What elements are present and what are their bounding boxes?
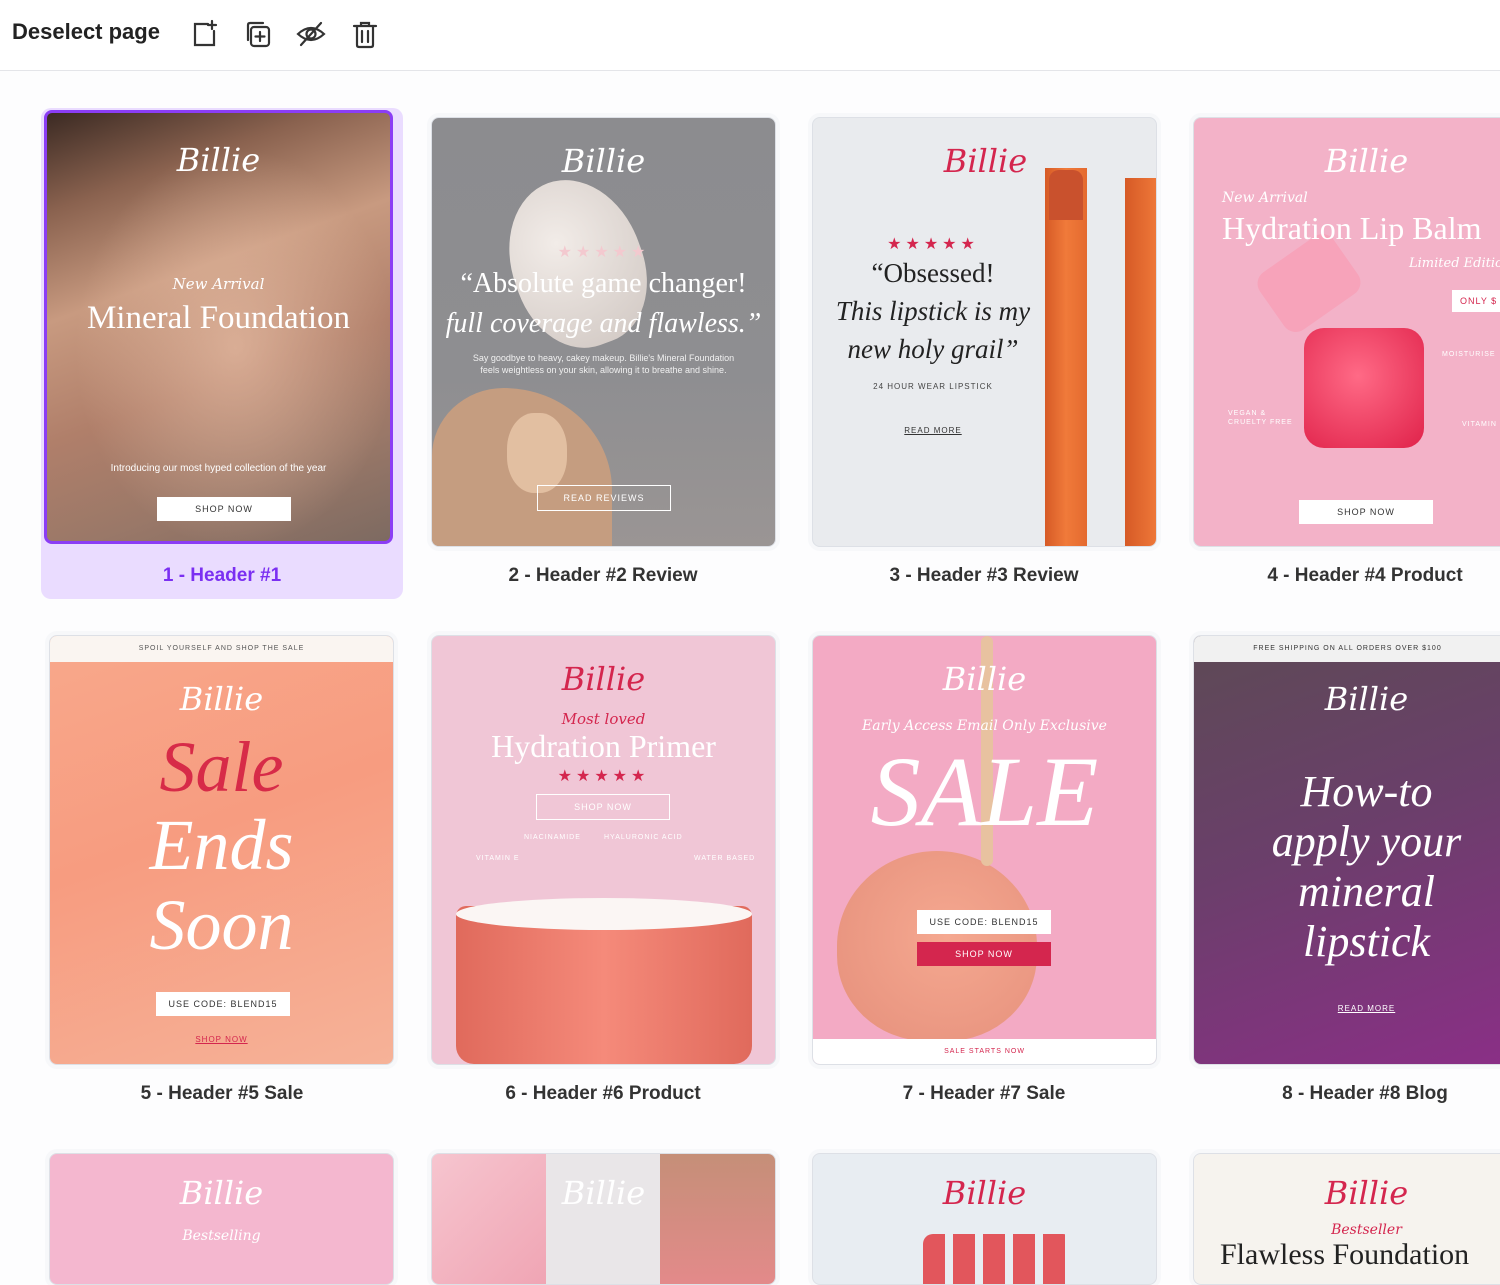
blog-title-line-3: mineral xyxy=(1298,867,1435,916)
brand-logo: Billie xyxy=(561,142,646,180)
rating-stars: ★★★★★ xyxy=(557,768,650,785)
delete-page-icon[interactable] xyxy=(347,14,383,54)
promo-banner: SPOIL YOURSELF AND SHOP THE SALE xyxy=(50,636,393,662)
cta-button: SHOP NOW xyxy=(536,794,670,820)
headline-word-3: Soon xyxy=(149,885,294,965)
hide-page-icon[interactable] xyxy=(293,14,329,54)
page-thumbnail-1[interactable]: Billie New Arrival Mineral Foundation In… xyxy=(44,110,393,544)
kicker: Bestseller xyxy=(1331,1222,1402,1238)
brand-logo: Billie xyxy=(179,680,264,718)
lipsticks-image xyxy=(923,1234,1073,1284)
page-thumbnail-12[interactable]: Billie Bestseller Flawless Foundation xyxy=(1193,1153,1500,1285)
hero-title: Hydration Lip Balm xyxy=(1222,210,1482,246)
ingredient-label: NIACINAMIDE xyxy=(524,834,581,841)
discount-code-box: USE CODE: BLEND15 xyxy=(156,992,290,1016)
page-thumbnail-7[interactable]: Billie Early Access Email Only Exclusive… xyxy=(812,635,1157,1065)
page-caption-7[interactable]: 7 - Header #7 Sale xyxy=(803,1083,1165,1105)
kicker: New Arrival xyxy=(1222,190,1308,206)
cta-button: READ REVIEWS xyxy=(537,485,671,511)
brand-logo: Billie xyxy=(942,660,1027,698)
review-body: Say goodbye to heavy, cakey makeup. Bill… xyxy=(472,353,735,375)
blog-title-line-1: How-to xyxy=(1300,767,1433,816)
cta-link: SHOP NOW xyxy=(195,1035,248,1044)
blog-title-line-4: lipstick xyxy=(1302,917,1431,966)
kicker: New Arrival xyxy=(172,275,265,293)
ingredient-label: VITAMIN E xyxy=(476,855,520,862)
kicker: Bestselling xyxy=(182,1228,261,1244)
product-subtitle: 24 HOUR WEAR LIPSTICK xyxy=(873,382,993,391)
promo-banner: FREE SHIPPING ON ALL ORDERS OVER $100 xyxy=(1194,636,1500,662)
page-caption-2[interactable]: 2 - Header #2 Review xyxy=(422,565,784,587)
page-thumbnail-6[interactable]: Billie Most loved Hydration Primer ★★★★★… xyxy=(431,635,776,1065)
page-thumbnail-4[interactable]: Billie New Arrival Hydration Lip Balm Li… xyxy=(1193,117,1500,547)
page-caption-5[interactable]: 5 - Header #5 Sale xyxy=(41,1083,403,1105)
brand-logo: Billie xyxy=(942,1174,1027,1212)
cta-link: READ MORE xyxy=(904,426,962,435)
hero-title: Flawless Foundation xyxy=(1220,1238,1470,1271)
lipstick-image-2 xyxy=(1125,178,1156,546)
page-caption-1[interactable]: 1 - Header #1 xyxy=(41,565,403,587)
headline-word-1: Sale xyxy=(159,727,284,807)
blog-title-line-2: apply your xyxy=(1271,817,1462,866)
review-quote-line-3: new holy grail” xyxy=(847,334,1019,364)
rating-stars: ★★★★★ xyxy=(887,236,979,253)
footer-banner: SALE STARTS NOW xyxy=(813,1039,1156,1064)
kicker: Early Access Email Only Exclusive xyxy=(862,718,1107,734)
brand-logo: Billie xyxy=(1324,680,1409,718)
review-quote-line-2: full coverage and flawless.” xyxy=(445,308,762,339)
page-caption-4[interactable]: 4 - Header #4 Product xyxy=(1184,565,1500,587)
add-page-icon[interactable] xyxy=(186,14,222,54)
primer-cream xyxy=(456,898,752,930)
review-quote-line-1: “Obsessed! xyxy=(871,258,995,288)
brand-logo: Billie xyxy=(179,1174,264,1212)
edition-label: Limited Edition xyxy=(1409,256,1500,271)
feature-label: VITAMIN xyxy=(1462,421,1497,428)
brand-logo: Billie xyxy=(561,1174,646,1212)
deselect-page-button[interactable]: Deselect page xyxy=(12,19,160,45)
hero-body: Introducing our most hyped collection of… xyxy=(110,463,327,474)
brand-logo: Billie xyxy=(1324,142,1409,180)
brand-logo: Billie xyxy=(1324,1174,1409,1212)
hero-title: Mineral Foundation xyxy=(86,300,351,336)
page-caption-3[interactable]: 3 - Header #3 Review xyxy=(803,565,1165,587)
cta-button: SHOP NOW xyxy=(1299,500,1433,524)
page-caption-8[interactable]: 8 - Header #8 Blog xyxy=(1184,1083,1500,1105)
brand-logo: Billie xyxy=(176,141,261,179)
page-thumbnail-10[interactable]: Billie xyxy=(431,1153,776,1285)
lip-balm-jar-image xyxy=(1304,328,1424,448)
kicker: Most loved xyxy=(561,710,646,728)
hero-title: Hydration Primer xyxy=(491,728,716,764)
foundation-swatch xyxy=(507,413,567,493)
page-thumbnail-11[interactable]: Billie xyxy=(812,1153,1157,1285)
cta-link: READ MORE xyxy=(1337,1004,1396,1013)
page-thumbnail-2[interactable]: Billie ★★★★★ “Absolute game changer! ful… xyxy=(431,117,776,547)
discount-code-box: USE CODE: BLEND15 xyxy=(917,910,1051,934)
page-toolbar: Deselect page xyxy=(0,0,1500,71)
price-badge: ONLY $ xyxy=(1452,290,1500,312)
page-caption-6[interactable]: 6 - Header #6 Product xyxy=(422,1083,784,1105)
page-thumbnail-3[interactable]: Billie ★★★★★ “Obsessed! This lipstick is… xyxy=(812,117,1157,547)
hero-title: SALE xyxy=(870,736,1099,847)
feature-label: MOISTURISE xyxy=(1442,351,1496,358)
brand-logo: Billie xyxy=(943,142,1028,180)
page-thumbnail-9[interactable]: Billie Bestselling xyxy=(49,1153,394,1285)
brand-logo: Billie xyxy=(561,660,646,698)
ingredient-label: WATER BASED xyxy=(694,855,756,862)
page-thumbnail-5[interactable]: SPOIL YOURSELF AND SHOP THE SALE Billie … xyxy=(49,635,394,1065)
feature-label: VEGAN & CRUELTY FREE xyxy=(1228,410,1293,426)
cta-button: SHOP NOW xyxy=(917,942,1051,966)
review-quote-line-1: “Absolute game changer! xyxy=(460,268,747,299)
ingredient-label: HYALURONIC ACID xyxy=(604,834,683,841)
cta-button: SHOP NOW xyxy=(157,497,291,521)
rating-stars: ★★★★★ xyxy=(557,244,650,261)
headline-word-2: Ends xyxy=(149,805,294,885)
review-quote-line-2: This lipstick is my xyxy=(835,296,1031,326)
duplicate-page-icon[interactable] xyxy=(240,14,276,54)
page-thumbnail-8[interactable]: FREE SHIPPING ON ALL ORDERS OVER $100 Bi… xyxy=(1193,635,1500,1065)
